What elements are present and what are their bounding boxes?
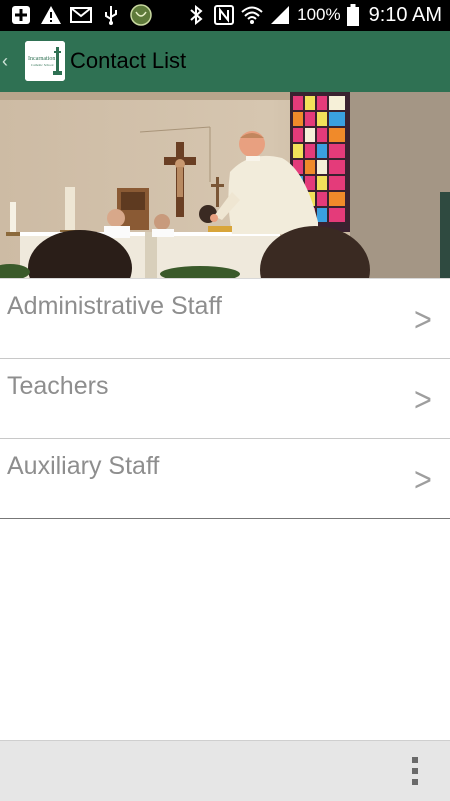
chevron-right-icon: > bbox=[414, 461, 433, 499]
chevron-right-icon: > bbox=[414, 301, 433, 339]
action-bar: ‹ Incarnation Catholic School Contact Li… bbox=[0, 31, 450, 92]
nfc-icon bbox=[213, 4, 235, 26]
list-item-label: Auxiliary Staff bbox=[7, 452, 160, 480]
overflow-menu-icon[interactable] bbox=[412, 757, 420, 785]
battery-percent: 100% bbox=[297, 5, 341, 24]
clock: 9:10 AM bbox=[368, 3, 442, 26]
wifi-icon bbox=[241, 4, 263, 26]
add-icon bbox=[10, 4, 32, 26]
warning-icon bbox=[40, 4, 62, 26]
contact-category-list: Administrative Staff > Teachers > Auxili… bbox=[0, 278, 450, 519]
shield-icon bbox=[130, 4, 152, 26]
page-title: Contact List bbox=[70, 48, 187, 73]
bluetooth-icon bbox=[185, 4, 207, 26]
list-item-label: Administrative Staff bbox=[7, 292, 222, 320]
list-item-teachers[interactable]: Teachers > bbox=[0, 359, 450, 439]
system-icons: 100% 9:10 AM bbox=[185, 2, 442, 28]
battery-icon bbox=[346, 4, 359, 26]
status-bar: 100% 9:10 AM bbox=[0, 0, 450, 31]
usb-icon bbox=[100, 4, 122, 26]
list-item-administrative-staff[interactable]: Administrative Staff > bbox=[0, 278, 450, 359]
mail-icon bbox=[70, 4, 92, 26]
list-item-label: Teachers bbox=[7, 372, 109, 400]
signal-icon bbox=[269, 4, 291, 26]
bottom-bar bbox=[0, 740, 450, 801]
back-icon[interactable]: ‹ bbox=[2, 50, 16, 72]
svg-text:Incarnation: Incarnation bbox=[28, 56, 55, 62]
hero-image bbox=[0, 92, 450, 278]
svg-text:Catholic School: Catholic School bbox=[31, 63, 53, 67]
list-item-auxiliary-staff[interactable]: Auxiliary Staff > bbox=[0, 439, 450, 519]
notification-icons bbox=[10, 4, 152, 26]
app-logo[interactable]: Incarnation Catholic School bbox=[25, 41, 65, 81]
chevron-right-icon: > bbox=[414, 381, 433, 419]
